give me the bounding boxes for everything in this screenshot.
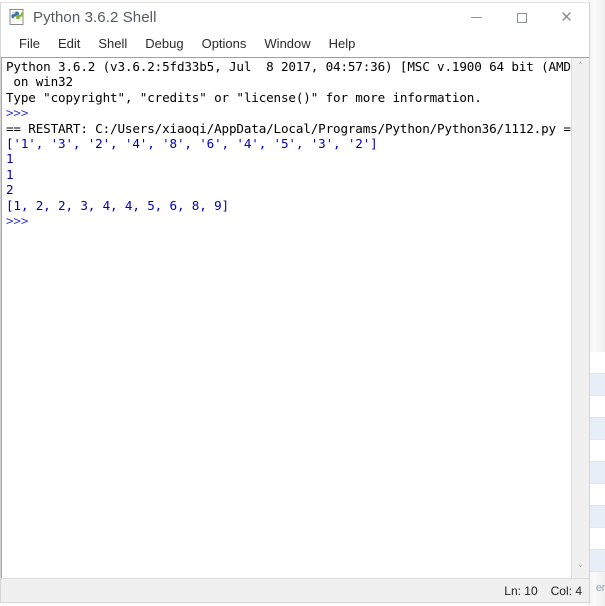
background-row — [588, 462, 605, 484]
minimize-button[interactable] — [454, 3, 499, 32]
console-line: 2 — [6, 182, 14, 198]
background-spreadsheet — [588, 352, 605, 572]
maximize-button[interactable] — [499, 3, 544, 32]
menu-item-window[interactable]: Window — [255, 34, 319, 54]
scroll-down-icon[interactable]: ˅ — [572, 561, 589, 578]
console-line: >>> — [6, 105, 36, 121]
console-line: == RESTART: C:/Users/xiaoqi/AppData/Loca… — [6, 120, 571, 136]
console-line: [1, 2, 2, 3, 4, 4, 5, 6, 8, 9] — [6, 197, 229, 213]
background-row — [588, 484, 605, 506]
title-bar[interactable]: Python 3.6.2 Shell ✕ — [1, 3, 589, 32]
python-shell-window: Python 3.6.2 Shell ✕ File Edit Shell Deb… — [0, 2, 590, 603]
shell-output-area: Python 3.6.2 (v3.6.2:5fd33b5, Jul 8 2017… — [1, 57, 589, 578]
background-edge-text: er — [595, 582, 605, 594]
background-row — [588, 396, 605, 418]
console-line: >>> — [6, 213, 36, 229]
console-line: on win32 — [6, 74, 73, 90]
background-row — [588, 440, 605, 462]
menu-item-file[interactable]: File — [10, 34, 49, 54]
background-row — [588, 352, 605, 374]
minimize-icon — [471, 17, 482, 18]
menu-bar: File Edit Shell Debug Options Window Hel… — [1, 32, 589, 57]
background-row — [588, 374, 605, 396]
console-text: Python 3.6.2 (v3.6.2:5fd33b5, Jul 8 2017… — [6, 59, 571, 228]
console-line: Python 3.6.2 (v3.6.2:5fd33b5, Jul 8 2017… — [6, 59, 571, 74]
menu-item-debug[interactable]: Debug — [136, 34, 192, 54]
close-button[interactable]: ✕ — [544, 3, 589, 32]
close-icon: ✕ — [560, 8, 573, 26]
menu-item-edit[interactable]: Edit — [49, 34, 89, 54]
status-col-indicator: Col: 4 — [550, 583, 582, 598]
maximize-icon — [516, 12, 527, 23]
window-title: Python 3.6.2 Shell — [33, 9, 157, 26]
scroll-up-icon[interactable]: ˄ — [572, 58, 589, 75]
shell-text-widget[interactable]: Python 3.6.2 (v3.6.2:5fd33b5, Jul 8 2017… — [1, 58, 571, 578]
menu-item-help[interactable]: Help — [320, 34, 365, 54]
background-row — [588, 550, 605, 572]
background-row — [588, 418, 605, 440]
status-bar: Ln: 10 Col: 4 — [1, 578, 589, 602]
background-row — [588, 528, 605, 550]
menu-item-options[interactable]: Options — [193, 34, 256, 54]
console-line: Type "copyright", "credits" or "license(… — [6, 89, 482, 105]
vertical-scrollbar[interactable]: ˄ ˅ — [571, 58, 589, 578]
window-controls: ✕ — [454, 3, 589, 32]
status-line-indicator: Ln: 10 — [504, 583, 538, 598]
menu-item-shell[interactable]: Shell — [89, 34, 136, 54]
console-line: 1 — [6, 151, 14, 167]
python-idle-icon — [9, 9, 24, 25]
console-line: 1 — [6, 166, 14, 182]
background-row — [588, 506, 605, 528]
console-line: ['1', '3', '2', '4', '8', '6', '4', '5',… — [6, 136, 378, 152]
